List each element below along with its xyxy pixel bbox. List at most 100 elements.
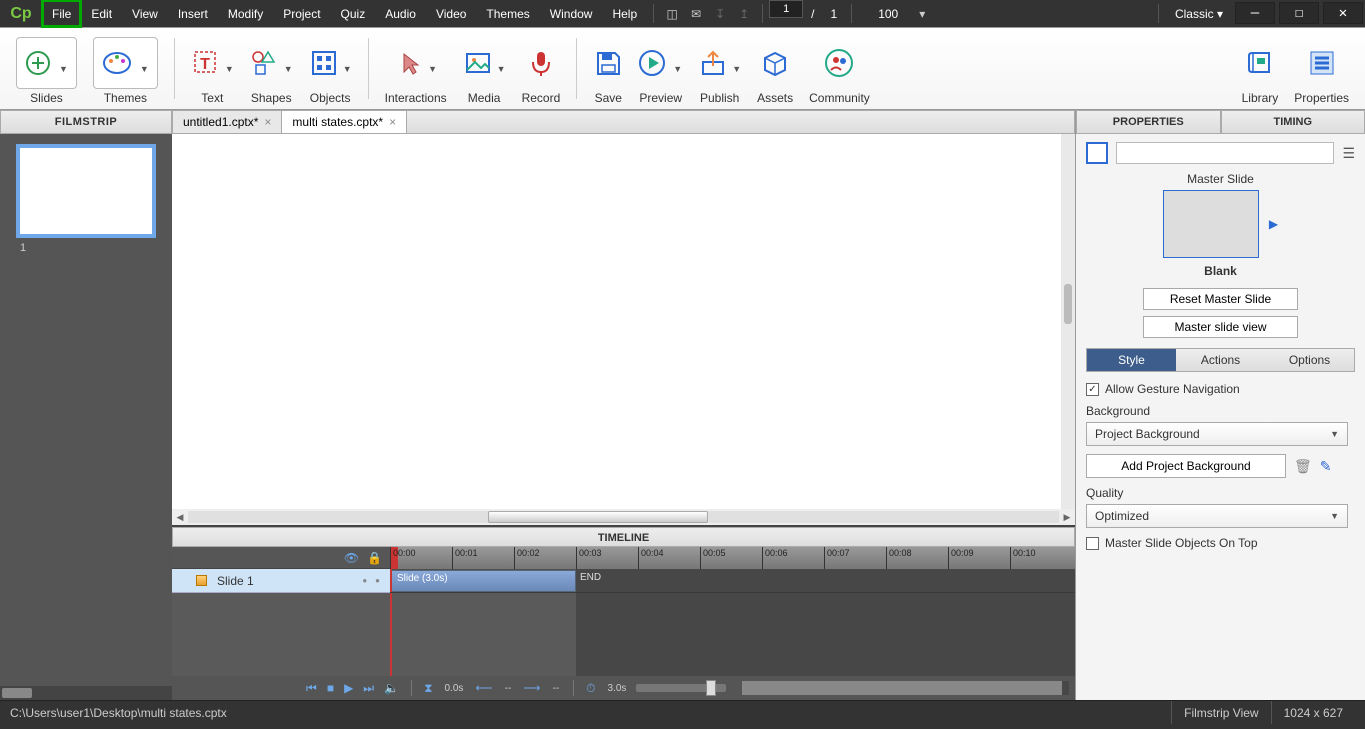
minimize-button[interactable]: — bbox=[1235, 2, 1275, 24]
page-current-input[interactable] bbox=[769, 0, 803, 18]
center-area: untitled1.cptx*× multi states.cptx*× ◀ ▶… bbox=[172, 110, 1075, 700]
zoom-value[interactable]: 100 bbox=[858, 0, 910, 27]
edit-icon[interactable]: ✎ bbox=[1320, 458, 1332, 475]
ribbon-interactions[interactable]: ▼ Interactions bbox=[377, 32, 455, 105]
menu-project[interactable]: Project bbox=[273, 0, 330, 27]
ribbon-properties[interactable]: Properties bbox=[1286, 32, 1357, 105]
mail-icon[interactable]: ✉ bbox=[684, 0, 708, 27]
menu-file[interactable]: File bbox=[42, 0, 81, 27]
timeline-zoom-slider[interactable] bbox=[636, 684, 726, 692]
ribbon-slides[interactable]: ▼ Slides bbox=[8, 32, 85, 105]
menu-themes[interactable]: Themes bbox=[476, 0, 539, 27]
canvas-horizontal-scrollbar[interactable]: ◀ ▶ bbox=[172, 509, 1075, 525]
image-icon bbox=[463, 48, 493, 78]
time-total: 3.0s bbox=[604, 683, 631, 694]
master-slide-label: Master Slide bbox=[1086, 172, 1355, 186]
subtab-options[interactable]: Options bbox=[1265, 349, 1354, 371]
divider bbox=[653, 4, 654, 23]
go-start-icon[interactable]: ⏮ bbox=[304, 681, 319, 696]
play-icon[interactable]: ▶ bbox=[342, 681, 355, 695]
playhead-line[interactable] bbox=[390, 593, 392, 676]
ribbon-preview[interactable]: ▼ Preview bbox=[631, 32, 690, 105]
menu-edit[interactable]: Edit bbox=[81, 0, 122, 27]
allow-gesture-label: Allow Gesture Navigation bbox=[1105, 382, 1240, 396]
menu-view[interactable]: View bbox=[122, 0, 168, 27]
ribbon-objects[interactable]: ▼ Objects bbox=[301, 32, 360, 105]
master-slide-thumbnail[interactable] bbox=[1163, 190, 1259, 258]
subtab-actions[interactable]: Actions bbox=[1176, 349, 1265, 371]
sel-end: -- bbox=[548, 683, 563, 694]
layout-icon[interactable]: ◫ bbox=[660, 0, 684, 27]
timeline-ruler[interactable]: 00:00 00:01 00:02 00:03 00:04 00:05 00:0… bbox=[390, 547, 1075, 569]
bracket-right-icon[interactable]: ⟶ bbox=[521, 681, 542, 695]
timeline-clip-slide[interactable]: Slide (3.0s) bbox=[390, 570, 576, 592]
timeline-end-label: END bbox=[580, 572, 601, 583]
playhead-line[interactable] bbox=[390, 569, 392, 592]
filmstrip-scrollbar[interactable] bbox=[0, 686, 172, 700]
subtab-style[interactable]: Style bbox=[1087, 349, 1176, 371]
zoom-dropdown-icon[interactable]: ▾ bbox=[910, 0, 934, 27]
timeline-row-label: Slide 1 bbox=[217, 574, 254, 588]
master-slide-view-button[interactable]: Master slide view bbox=[1143, 316, 1298, 338]
menu-window[interactable]: Window bbox=[540, 0, 603, 27]
tab-untitled1[interactable]: untitled1.cptx*× bbox=[173, 111, 282, 133]
ribbon-save[interactable]: Save bbox=[585, 32, 631, 105]
background-dropdown[interactable]: Project Background▼ bbox=[1086, 422, 1348, 446]
allow-gesture-checkbox-row[interactable]: ✓ Allow Gesture Navigation bbox=[1086, 382, 1355, 396]
close-button[interactable]: ✕ bbox=[1323, 2, 1363, 24]
mute-icon[interactable]: 🔈 bbox=[382, 681, 401, 695]
panel-menu-icon[interactable]: ☰ bbox=[1342, 145, 1355, 162]
arrow-up-icon[interactable]: ↥ bbox=[732, 0, 756, 27]
divider bbox=[762, 4, 763, 23]
menu-quiz[interactable]: Quiz bbox=[331, 0, 376, 27]
quality-dropdown[interactable]: Optimized▼ bbox=[1086, 504, 1348, 528]
add-project-background-button[interactable]: Add Project Background bbox=[1086, 454, 1286, 478]
eye-icon[interactable]: 👁 bbox=[344, 551, 359, 565]
close-icon[interactable]: × bbox=[389, 115, 396, 129]
ribbon-library[interactable]: Library bbox=[1234, 32, 1287, 105]
timeline-track[interactable]: Slide (3.0s) END bbox=[390, 569, 1075, 593]
object-name-input[interactable] bbox=[1116, 142, 1334, 164]
ribbon-shapes[interactable]: ▼ Shapes bbox=[242, 32, 301, 105]
reset-master-slide-button[interactable]: Reset Master Slide bbox=[1143, 288, 1298, 310]
checkbox-unchecked-icon[interactable] bbox=[1086, 537, 1099, 550]
vertical-scrollbar[interactable] bbox=[1064, 284, 1072, 324]
menu-help[interactable]: Help bbox=[602, 0, 647, 27]
clock-icon[interactable]: ⏱ bbox=[584, 681, 597, 696]
lock-icon[interactable]: 🔒 bbox=[367, 551, 382, 565]
slide-canvas[interactable] bbox=[172, 134, 1075, 509]
timeline-row-slide1[interactable]: Slide 1 ●● bbox=[172, 569, 390, 593]
trash-icon[interactable]: 🗑 bbox=[1294, 458, 1312, 475]
menu-audio[interactable]: Audio bbox=[375, 0, 426, 27]
tab-properties[interactable]: PROPERTIES bbox=[1076, 110, 1221, 134]
checkbox-checked-icon[interactable]: ✓ bbox=[1086, 383, 1099, 396]
ribbon-assets[interactable]: Assets bbox=[749, 32, 801, 105]
scrollbar-handle[interactable] bbox=[488, 511, 708, 523]
scroll-left-icon[interactable]: ◀ bbox=[172, 512, 188, 523]
ribbon-text[interactable]: T▼ Text bbox=[183, 32, 242, 105]
menu-video[interactable]: Video bbox=[426, 0, 476, 27]
workspace-selector[interactable]: Classic ▾ bbox=[1165, 0, 1233, 27]
maximize-button[interactable]: ☐ bbox=[1279, 2, 1319, 24]
master-on-top-checkbox-row[interactable]: Master Slide Objects On Top bbox=[1086, 536, 1355, 550]
timeline-scrollbar[interactable] bbox=[742, 681, 1069, 695]
slide-thumbnail-1[interactable] bbox=[16, 144, 156, 238]
scroll-right-icon[interactable]: ▶ bbox=[1059, 512, 1075, 523]
tab-timing[interactable]: TIMING bbox=[1221, 110, 1365, 134]
ribbon-record[interactable]: Record bbox=[514, 32, 569, 105]
tab-multi-states[interactable]: multi states.cptx*× bbox=[282, 111, 407, 133]
bracket-left-icon[interactable]: ⟵ bbox=[473, 681, 494, 695]
ribbon-media[interactable]: ▼ Media bbox=[455, 32, 514, 105]
marker-start-icon[interactable]: ⧗ bbox=[422, 681, 434, 696]
ribbon-community[interactable]: Community bbox=[801, 32, 878, 105]
menu-insert[interactable]: Insert bbox=[168, 0, 218, 27]
chevron-right-icon[interactable]: ▶ bbox=[1269, 217, 1278, 231]
ribbon-themes[interactable]: ▼ Themes bbox=[85, 32, 166, 105]
go-end-icon[interactable]: ⏭ bbox=[361, 681, 376, 696]
stop-icon[interactable]: ■ bbox=[325, 681, 336, 695]
close-icon[interactable]: × bbox=[264, 115, 271, 129]
menu-modify[interactable]: Modify bbox=[218, 0, 273, 27]
arrow-down-icon[interactable]: ↧ bbox=[708, 0, 732, 27]
properties-panel: PROPERTIES TIMING ☰ Master Slide ▶ Blank… bbox=[1075, 110, 1365, 700]
ribbon-publish[interactable]: ▼ Publish bbox=[690, 32, 749, 105]
